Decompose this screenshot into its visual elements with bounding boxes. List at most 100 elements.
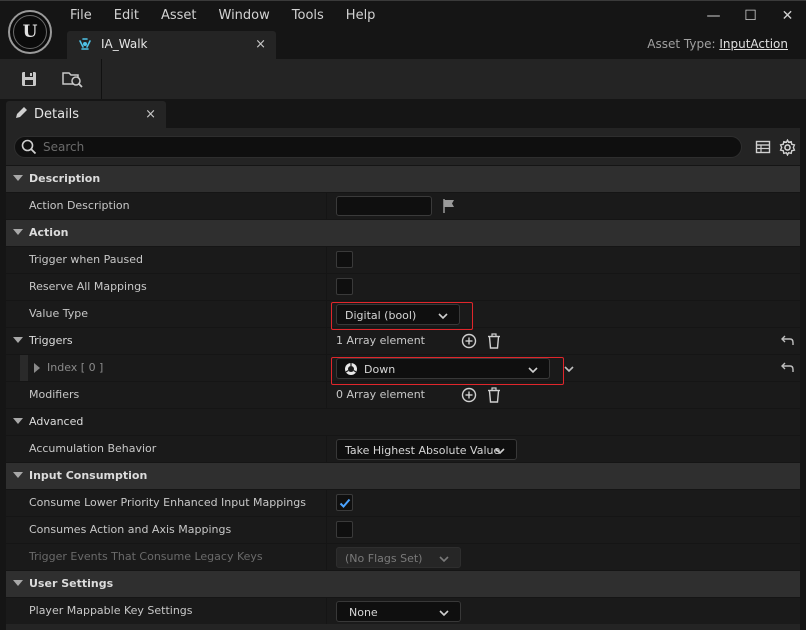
value-cell xyxy=(336,277,353,295)
name-cell: Accumulation Behavior xyxy=(6,436,327,462)
menu-help[interactable]: Help xyxy=(346,7,376,25)
localization-flag-icon[interactable] xyxy=(442,198,456,214)
reset-to-default-icon[interactable] xyxy=(781,334,794,347)
menu-file[interactable]: File xyxy=(70,7,92,25)
category-advanced[interactable]: Advanced xyxy=(6,408,800,435)
consume-lower-priority-checkbox[interactable] xyxy=(336,494,353,511)
unreal-engine-logo[interactable]: U xyxy=(8,10,52,54)
expand-arrow-icon[interactable] xyxy=(13,472,23,478)
category-description[interactable]: Description xyxy=(6,165,800,192)
property-row-action-description: Action Description xyxy=(6,192,800,219)
property-label: Consume Lower Priority Enhanced Input Ma… xyxy=(29,496,306,509)
expand-options-chevron-icon[interactable] xyxy=(563,363,575,375)
value-type-dropdown[interactable]: Digital (bool) xyxy=(336,304,460,325)
property-row-player-mappable-key-settings: Player Mappable Key Settings None xyxy=(6,597,800,624)
consumes-action-axis-checkbox[interactable] xyxy=(336,521,353,538)
trigger-events-legacy-dropdown: (No Flags Set) xyxy=(336,547,461,568)
details-tab-bar: Details × xyxy=(0,99,806,128)
value-cell xyxy=(336,250,353,268)
details-tab-label: Details xyxy=(34,107,80,122)
category-label: Input Consumption xyxy=(29,469,148,482)
title-bar: U File Edit Asset Window Tools Help — ☐ … xyxy=(0,0,806,60)
player-mappable-key-settings-dropdown[interactable]: None xyxy=(336,601,461,622)
search-input[interactable] xyxy=(43,138,723,156)
property-row-value-type: Value Type Digital (bool) xyxy=(6,300,800,327)
name-cell: Consume Lower Priority Enhanced Input Ma… xyxy=(6,490,327,516)
close-window-button[interactable]: ✕ xyxy=(769,1,806,31)
accumulation-behavior-dropdown[interactable]: Take Highest Absolute Value xyxy=(336,439,517,460)
expand-arrow-icon[interactable] xyxy=(13,337,23,343)
chevron-down-icon xyxy=(495,448,505,455)
dropdown-value: Down xyxy=(364,363,396,376)
expand-arrow-icon[interactable] xyxy=(13,418,23,424)
name-cell: Player Mappable Key Settings xyxy=(6,598,327,624)
browse-to-asset-icon xyxy=(62,72,83,88)
trigger-when-paused-checkbox[interactable] xyxy=(336,251,353,268)
menu-window[interactable]: Window xyxy=(219,7,270,25)
trash-icon[interactable] xyxy=(486,387,502,403)
details-tab-close-button[interactable]: × xyxy=(145,107,156,122)
gear-icon xyxy=(779,138,795,156)
pencil-icon xyxy=(14,106,28,124)
toolbar-divider xyxy=(101,59,102,99)
name-cell: Triggers xyxy=(6,328,327,354)
property-list: Description Action Description Action Tr… xyxy=(6,165,800,624)
property-label: Action Description xyxy=(29,199,130,212)
close-icon: ✕ xyxy=(781,8,794,24)
asset-type-link[interactable]: InputAction xyxy=(719,37,788,51)
category-action[interactable]: Action xyxy=(6,219,800,246)
reserve-all-mappings-checkbox[interactable] xyxy=(336,278,353,295)
menu-bar: File Edit Asset Window Tools Help xyxy=(70,7,397,25)
category-user-settings[interactable]: User Settings xyxy=(6,570,800,597)
asset-tab-close-button[interactable]: × xyxy=(255,37,266,52)
browse-to-asset-button[interactable] xyxy=(61,67,85,91)
value-cell: Digital (bool) xyxy=(336,304,460,325)
category-label: User Settings xyxy=(29,577,114,590)
settings-button[interactable] xyxy=(778,138,796,156)
value-cell xyxy=(336,493,353,511)
name-cell: Index [ 0 ] xyxy=(6,355,327,381)
asset-type-indicator: Asset Type: InputAction xyxy=(647,37,788,51)
table-view-button[interactable] xyxy=(754,138,772,156)
chevron-down-icon xyxy=(439,610,449,617)
name-cell: Trigger when Paused xyxy=(6,247,327,273)
tab-details[interactable]: Details × xyxy=(6,101,166,128)
expand-arrow-icon[interactable] xyxy=(34,363,40,373)
trigger-class-dropdown[interactable]: Down xyxy=(336,358,550,379)
property-label: Player Mappable Key Settings xyxy=(29,604,193,617)
table-view-icon xyxy=(755,140,771,154)
property-row-accumulation-behavior: Accumulation Behavior Take Highest Absol… xyxy=(6,435,800,462)
expand-arrow-icon[interactable] xyxy=(13,229,23,235)
action-description-input[interactable] xyxy=(336,196,432,216)
trash-icon[interactable] xyxy=(486,333,502,349)
maximize-button[interactable]: ☐ xyxy=(732,1,769,31)
modifiers-count: 0 Array element xyxy=(336,388,425,401)
name-cell: Action Description xyxy=(6,193,327,219)
menu-tools[interactable]: Tools xyxy=(292,7,324,25)
property-label: Trigger Events That Consume Legacy Keys xyxy=(29,550,263,563)
category-input-consumption[interactable]: Input Consumption xyxy=(6,462,800,489)
asset-tab-label: IA_Walk xyxy=(101,37,148,51)
property-label: Reserve All Mappings xyxy=(29,280,147,293)
menu-edit[interactable]: Edit xyxy=(114,7,139,25)
add-element-icon[interactable] xyxy=(461,387,477,403)
expand-arrow-icon[interactable] xyxy=(13,175,23,181)
reset-to-default-icon[interactable] xyxy=(781,361,794,374)
property-row-trigger-events-legacy: Trigger Events That Consume Legacy Keys … xyxy=(6,543,800,570)
property-label: Triggers xyxy=(29,334,73,347)
name-cell: Reserve All Mappings xyxy=(6,274,327,300)
expand-arrow-icon[interactable] xyxy=(13,580,23,586)
asset-toolbar xyxy=(0,59,806,99)
property-label: Trigger when Paused xyxy=(29,253,143,266)
asset-tab[interactable]: IA_Walk × xyxy=(67,31,276,60)
menu-asset[interactable]: Asset xyxy=(161,7,197,25)
name-cell: Value Type xyxy=(6,301,327,327)
property-label: Accumulation Behavior xyxy=(29,442,157,455)
minimize-button[interactable]: — xyxy=(695,1,732,31)
value-cell: (No Flags Set) xyxy=(336,547,461,568)
save-button[interactable] xyxy=(17,67,41,91)
chevron-down-icon xyxy=(439,556,449,563)
chevron-down-icon xyxy=(528,367,538,374)
property-label: Consumes Action and Axis Mappings xyxy=(29,523,232,536)
add-element-icon[interactable] xyxy=(461,333,477,349)
